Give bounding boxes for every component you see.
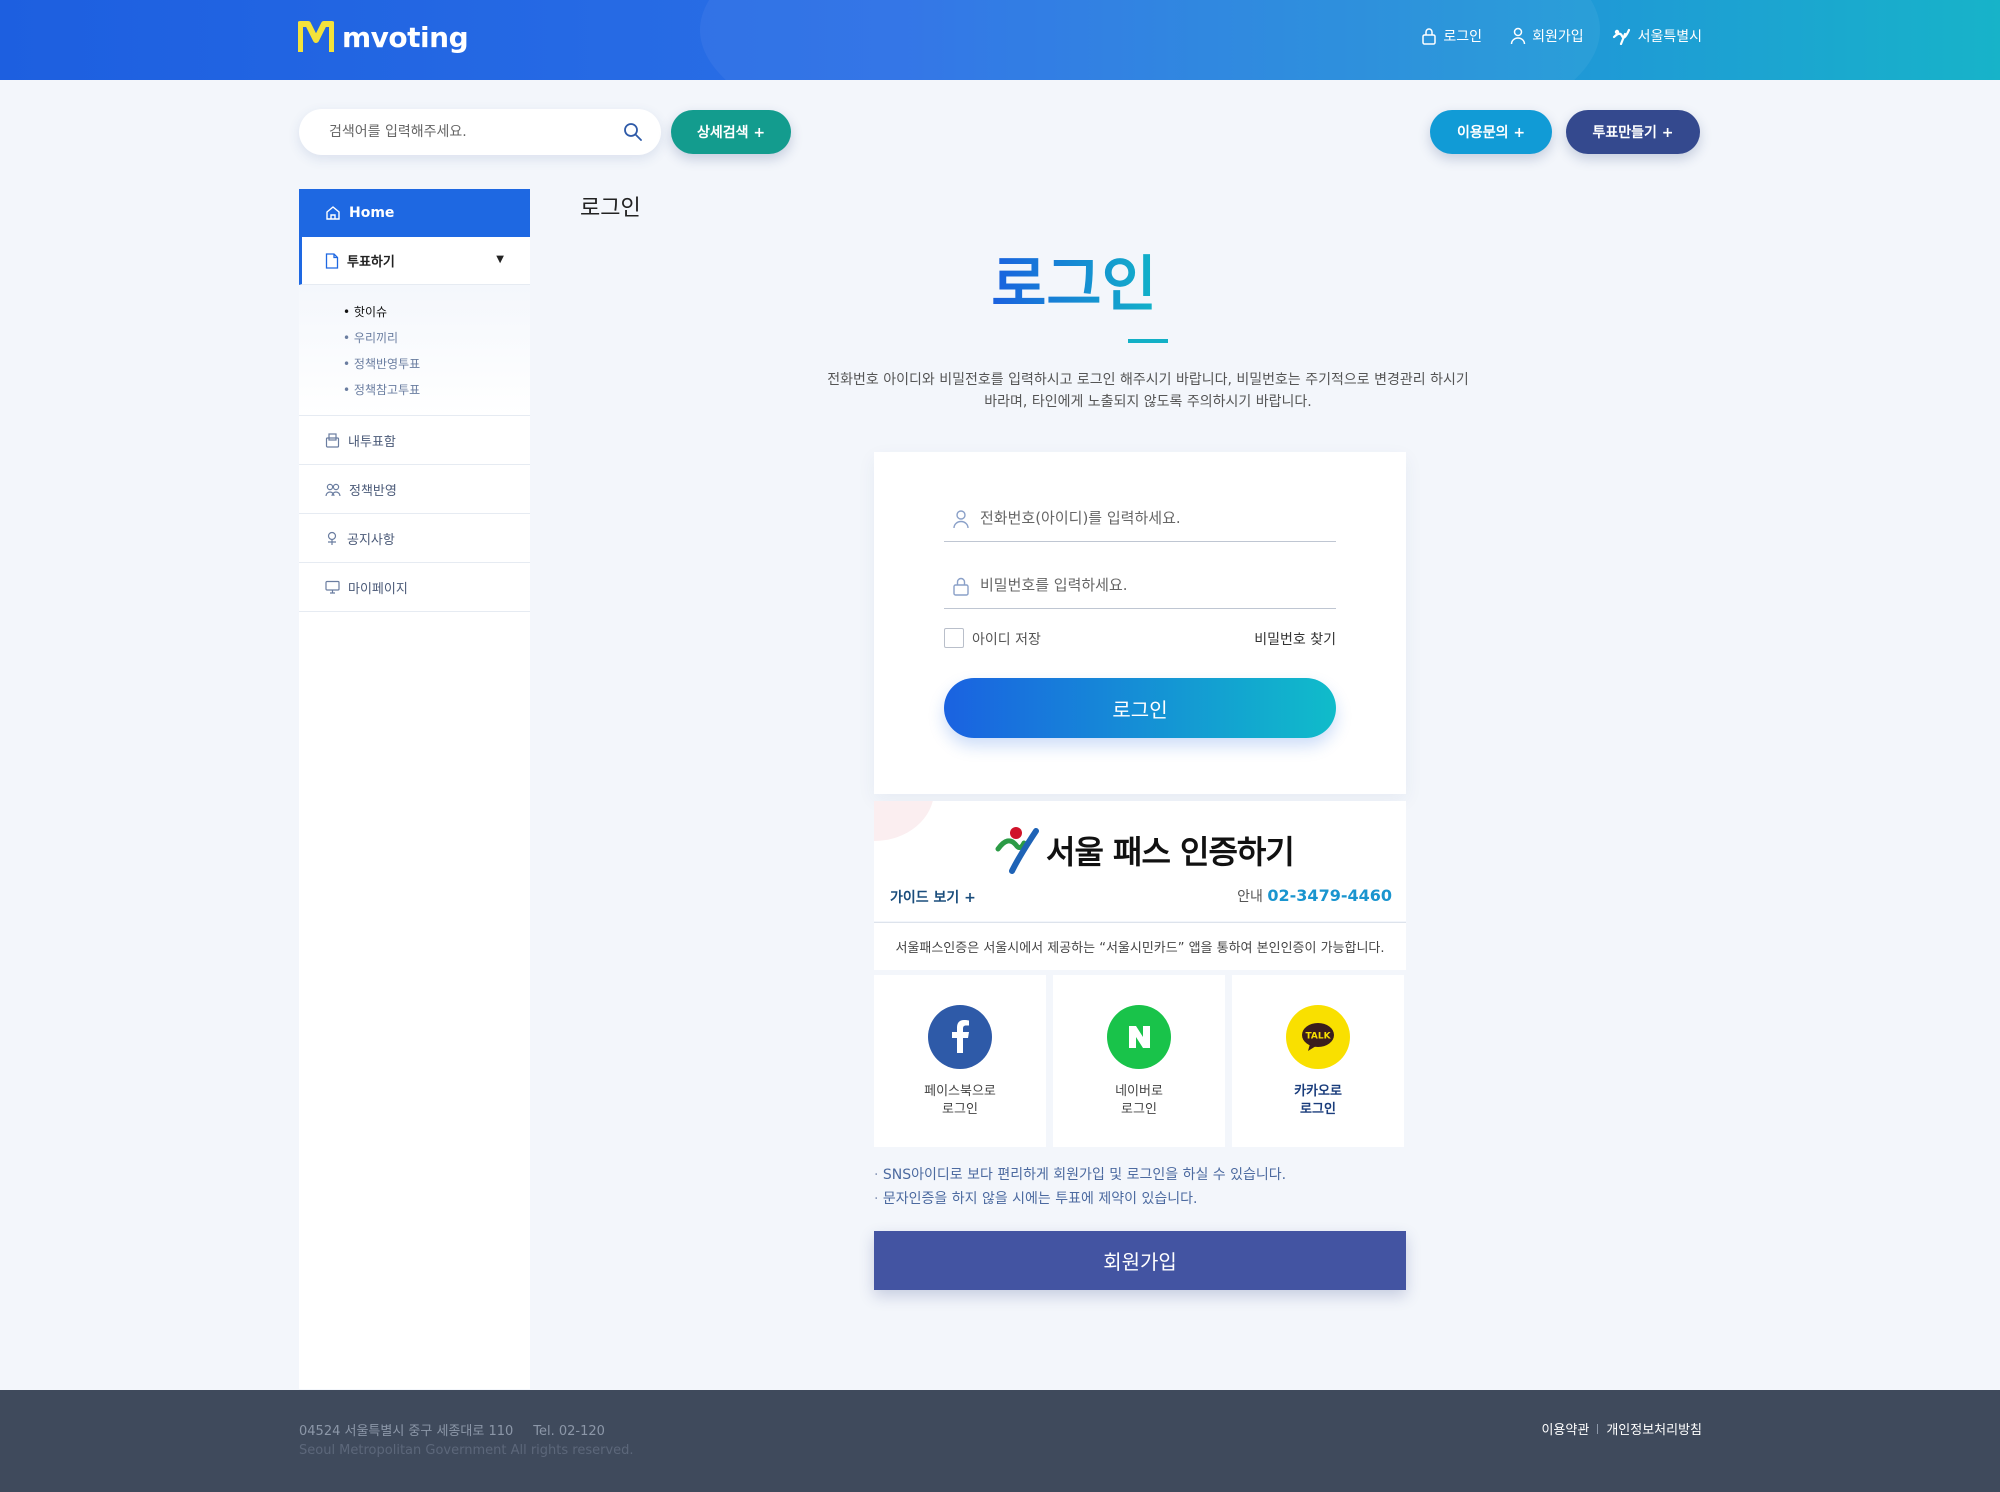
login-form-card: 아이디 저장 비밀번호 찾기 로그인 [874, 452, 1406, 794]
search-icon[interactable] [623, 122, 643, 142]
footer-copyright: Seoul Metropolitan Government All rights… [299, 1443, 634, 1458]
sidebar-item-mypage[interactable]: 마이페이지 [299, 563, 530, 612]
login-heading-text: 로그인 [991, 236, 1157, 323]
sidebar-item-home[interactable]: Home [299, 189, 530, 237]
user-icon [953, 510, 969, 529]
footer-tel: Tel. 02-120 [533, 1424, 605, 1439]
sidebar-item-label: 내투표함 [348, 434, 396, 450]
info-prefix: 안내 [1237, 889, 1263, 905]
submenu-item-policy-reflect[interactable]: • 정책반영투표 [343, 351, 530, 377]
search-input[interactable] [329, 109, 619, 155]
card-decoration [874, 801, 934, 841]
info-phone: 안내 02-3479-4460 [1237, 886, 1392, 906]
ballot-box-icon [325, 432, 340, 448]
sns-label: 네이버로 로그인 [1115, 1084, 1163, 1117]
seoul-pass-notice: 서울패스인증은 서울시에서 제공하는 “서울시민카드” 앱을 통하여 본인인증이… [874, 922, 1406, 970]
sns-label: 카카오로 로그인 [1294, 1084, 1342, 1117]
terms-link[interactable]: 이용약관 [1541, 1419, 1589, 1438]
mvoting-logo[interactable]: mvoting [298, 20, 469, 54]
monitor-icon [325, 580, 340, 594]
facebook-icon [928, 1005, 992, 1069]
save-id-label: 아이디 저장 [972, 632, 1041, 648]
make-vote-button[interactable]: 투표만들기 + [1566, 110, 1700, 154]
nav-seoul-label: 서울특별시 [1637, 29, 1702, 45]
seoul-pass-title[interactable]: 서울 패스 인증하기 [994, 825, 1295, 875]
pin-icon [327, 531, 337, 545]
submenu-item-among-us[interactable]: • 우리끼리 [343, 325, 530, 351]
note-item: 문자인증을 하지 않을 시에는 투표에 제약이 있습니다. [874, 1187, 1286, 1211]
password-input[interactable] [980, 561, 1320, 609]
phone-number[interactable]: 02-3479-4460 [1267, 886, 1392, 905]
lock-icon [1422, 28, 1437, 45]
inquiry-button[interactable]: 이용문의 + [1430, 110, 1552, 154]
id-field [944, 494, 1336, 542]
m-logo-icon [298, 21, 334, 52]
divider [1597, 1423, 1599, 1434]
seoul-pass-title-text: 서울 패스 인증하기 [1046, 833, 1295, 871]
naver-icon [1107, 1005, 1171, 1069]
sns-notes: SNS아이디로 보다 편리하게 회원가입 및 로그인을 하실 수 있습니다. 문… [874, 1163, 1286, 1211]
login-heading: 로그인 [0, 236, 2000, 323]
sidebar: Home 투표하기 ▼ • 핫이슈 • 우리끼리 • 정책반영투표 • 정책참고… [299, 189, 530, 1389]
page-title: 로그인 [580, 196, 641, 221]
sidebar-item-label: 정책반영 [349, 483, 397, 499]
signup-button[interactable]: 회원가입 [874, 1231, 1406, 1290]
nav-signup[interactable]: 회원가입 [1510, 26, 1584, 46]
top-nav: 로그인 회원가입 서울특별시 [1421, 26, 1702, 46]
footer-links: 이용약관 개인정보처리방침 [1541, 1419, 1702, 1438]
seoul-symbol-icon [995, 827, 1039, 874]
svg-text:TALK: TALK [1305, 1032, 1331, 1042]
lock-icon [953, 577, 969, 596]
nav-login[interactable]: 로그인 [1421, 26, 1482, 46]
submenu-item-policy-reference[interactable]: • 정책참고투표 [343, 377, 530, 403]
sns-label: 페이스북으로 로그인 [924, 1084, 996, 1117]
sidebar-item-label: Home [349, 205, 395, 221]
guide-link[interactable]: 가이드 보기 + [890, 887, 976, 907]
sidebar-item-label: 마이페이지 [348, 581, 408, 597]
heading-underline [1128, 339, 1168, 343]
user-icon [1510, 27, 1526, 45]
password-field [944, 561, 1336, 609]
find-password-link[interactable]: 비밀번호 찾기 [1254, 629, 1336, 649]
detail-search-button[interactable]: 상세검색 + [671, 110, 791, 154]
sidebar-item-notice[interactable]: 공지사항 [299, 514, 530, 563]
nav-signup-label: 회원가입 [1532, 29, 1584, 45]
kakao-talk-icon: TALK [1286, 1005, 1350, 1069]
nav-seoul[interactable]: 서울특별시 [1612, 26, 1702, 46]
sidebar-item-label: 공지사항 [347, 532, 395, 548]
top-header: mvoting 로그인 회원가입 서울특별시 [0, 0, 2000, 80]
save-id-checkbox[interactable] [944, 628, 964, 648]
seoul-logo-icon [1612, 28, 1630, 45]
privacy-link[interactable]: 개인정보처리방침 [1606, 1419, 1702, 1438]
login-button[interactable]: 로그인 [944, 678, 1336, 738]
logo-text: mvoting [342, 20, 469, 54]
seoul-pass-card: 서울 패스 인증하기 가이드 보기 + 안내 02-3479-4460 [874, 801, 1406, 921]
description-line: 바라며, 타인에게 노출되지 않도록 주의하시기 바랍니다. [984, 394, 1312, 410]
note-item: SNS아이디로 보다 편리하게 회원가입 및 로그인을 하실 수 있습니다. [874, 1163, 1286, 1187]
nav-login-label: 로그인 [1443, 29, 1483, 45]
kakao-login-button[interactable]: TALK 카카오로 로그인 [1232, 975, 1404, 1147]
login-description: 전화번호 아이디와 비밀전호를 입력하시고 로그인 해주시기 바랍니다, 비밀번… [790, 369, 1506, 413]
home-icon [326, 206, 340, 220]
search-box [299, 109, 661, 155]
id-input[interactable] [980, 494, 1320, 542]
naver-login-button[interactable]: 네이버로 로그인 [1053, 975, 1225, 1147]
footer-address: 04524 서울특별시 중구 세종대로 110 Tel. 02-120 [299, 1424, 605, 1439]
people-icon [325, 483, 341, 496]
sidebar-item-policy[interactable]: 정책반영 [299, 465, 530, 514]
sidebar-item-my-votes[interactable]: 내투표함 [299, 416, 530, 465]
footer: 04524 서울특별시 중구 세종대로 110 Tel. 02-120 Seoul… [0, 1390, 2000, 1492]
description-line: 전화번호 아이디와 비밀전호를 입력하시고 로그인 해주시기 바랍니다, 비밀번… [827, 372, 1469, 388]
facebook-login-button[interactable]: 페이스북으로 로그인 [874, 975, 1046, 1147]
